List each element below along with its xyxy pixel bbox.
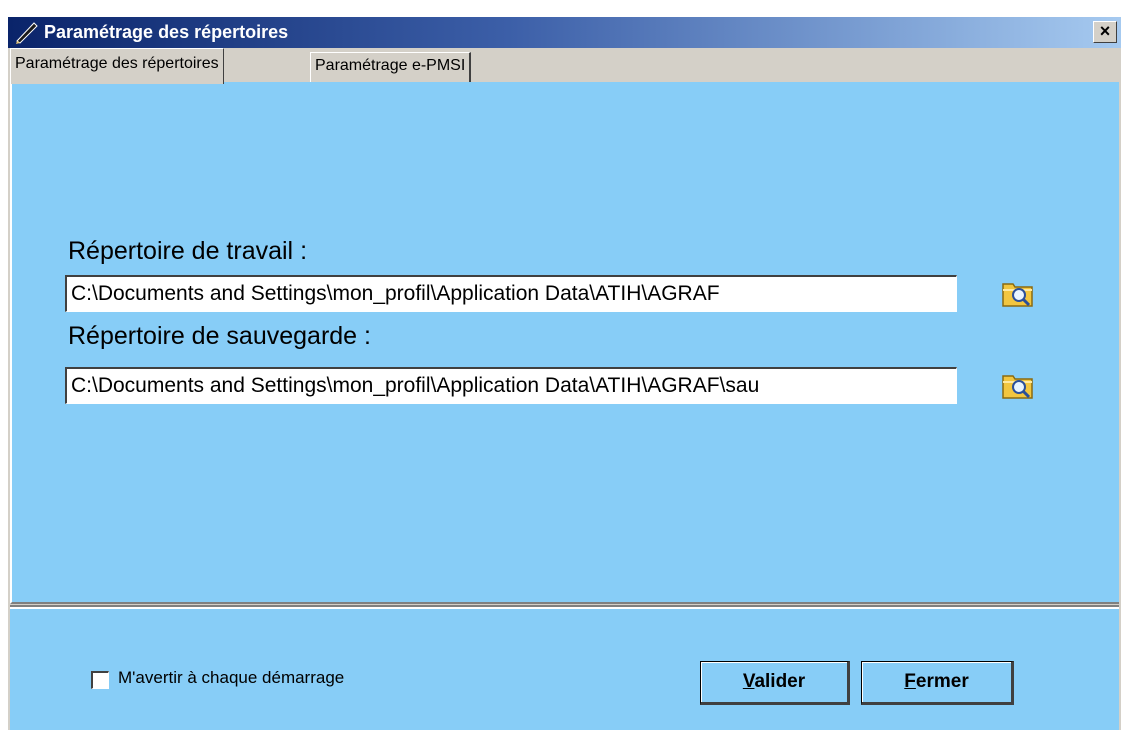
directories-panel: Répertoire de travail : C:\Documents and… [10,82,1119,604]
close-button[interactable]: Fermer [861,661,1014,705]
title-bar[interactable]: Paramétrage des répertoires × [8,17,1121,48]
validate-text: alider [754,671,806,692]
backup-dir-input[interactable]: C:\Documents and Settings\mon_profil\App… [65,367,957,404]
close-window-button[interactable]: × [1093,21,1117,43]
startup-warning-label[interactable]: M'avertir à chaque démarrage [118,668,344,688]
window-title: Paramétrage des répertoires [44,22,289,42]
working-dir-label-text: Répertoire de travail [68,237,294,265]
pen-icon [16,22,38,44]
working-dir-input[interactable]: C:\Documents and Settings\mon_profil\App… [65,275,957,312]
tab-directories[interactable]: Paramétrage des répertoires [10,48,224,84]
working-dir-label-colon: : [293,237,308,265]
folder-search-icon[interactable] [999,276,1037,310]
folder-search-icon[interactable] [999,368,1037,402]
footer-panel: M'avertir à chaque démarrage Valider Fer… [10,609,1119,730]
backup-dir-label-text: Répertoire de sauvegarde [68,322,358,350]
backup-dir-label-colon: : [357,322,371,350]
tab-epmsi[interactable]: Paramétrage e-PMSI [310,52,472,82]
working-dir-label: Répertoire de travail : [68,237,307,266]
validate-accel: V [742,671,755,692]
dialog-window: Paramétrage des répertoires × Paramétrag… [8,17,1121,730]
startup-warning-checkbox[interactable] [91,671,109,689]
close-text: ermer [915,671,969,692]
backup-dir-label: Répertoire de sauvegarde : [68,322,371,351]
tab-strip: Paramétrage des répertoires Paramétrage … [8,48,1121,84]
validate-button[interactable]: Valider [700,661,850,705]
close-accel: F [904,671,916,692]
